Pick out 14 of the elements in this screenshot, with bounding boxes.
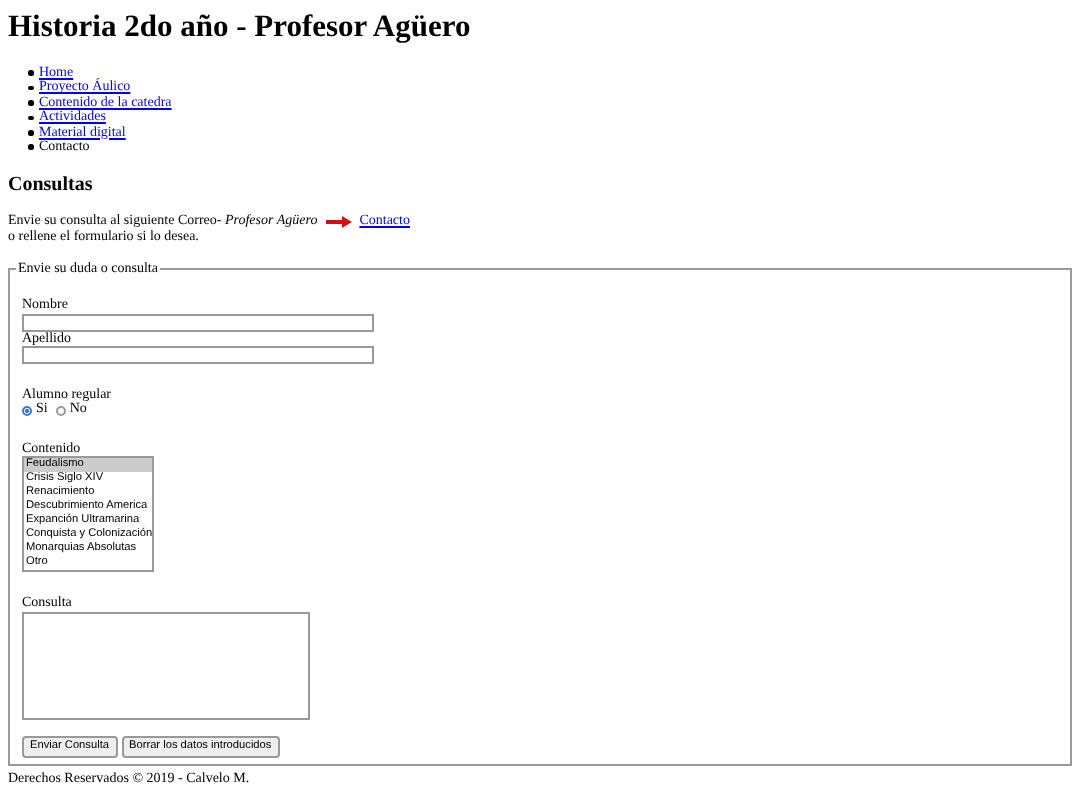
list-bullet <box>28 85 33 91</box>
page-title: Historia 2do año - Profesor Agüero <box>8 10 473 46</box>
text-field[interactable] <box>22 346 374 365</box>
section-heading: Consultas <box>8 174 95 199</box>
list-bullet <box>28 144 33 150</box>
list-bullet <box>28 130 33 136</box>
list-bullet <box>28 115 33 121</box>
list-bullet <box>28 70 33 76</box>
list-bullet <box>28 100 33 106</box>
text-field[interactable] <box>22 313 374 332</box>
radio-button[interactable] <box>55 405 66 416</box>
radio-button[interactable] <box>22 405 32 416</box>
text-area[interactable] <box>22 611 310 720</box>
arrow-icon <box>325 216 352 229</box>
